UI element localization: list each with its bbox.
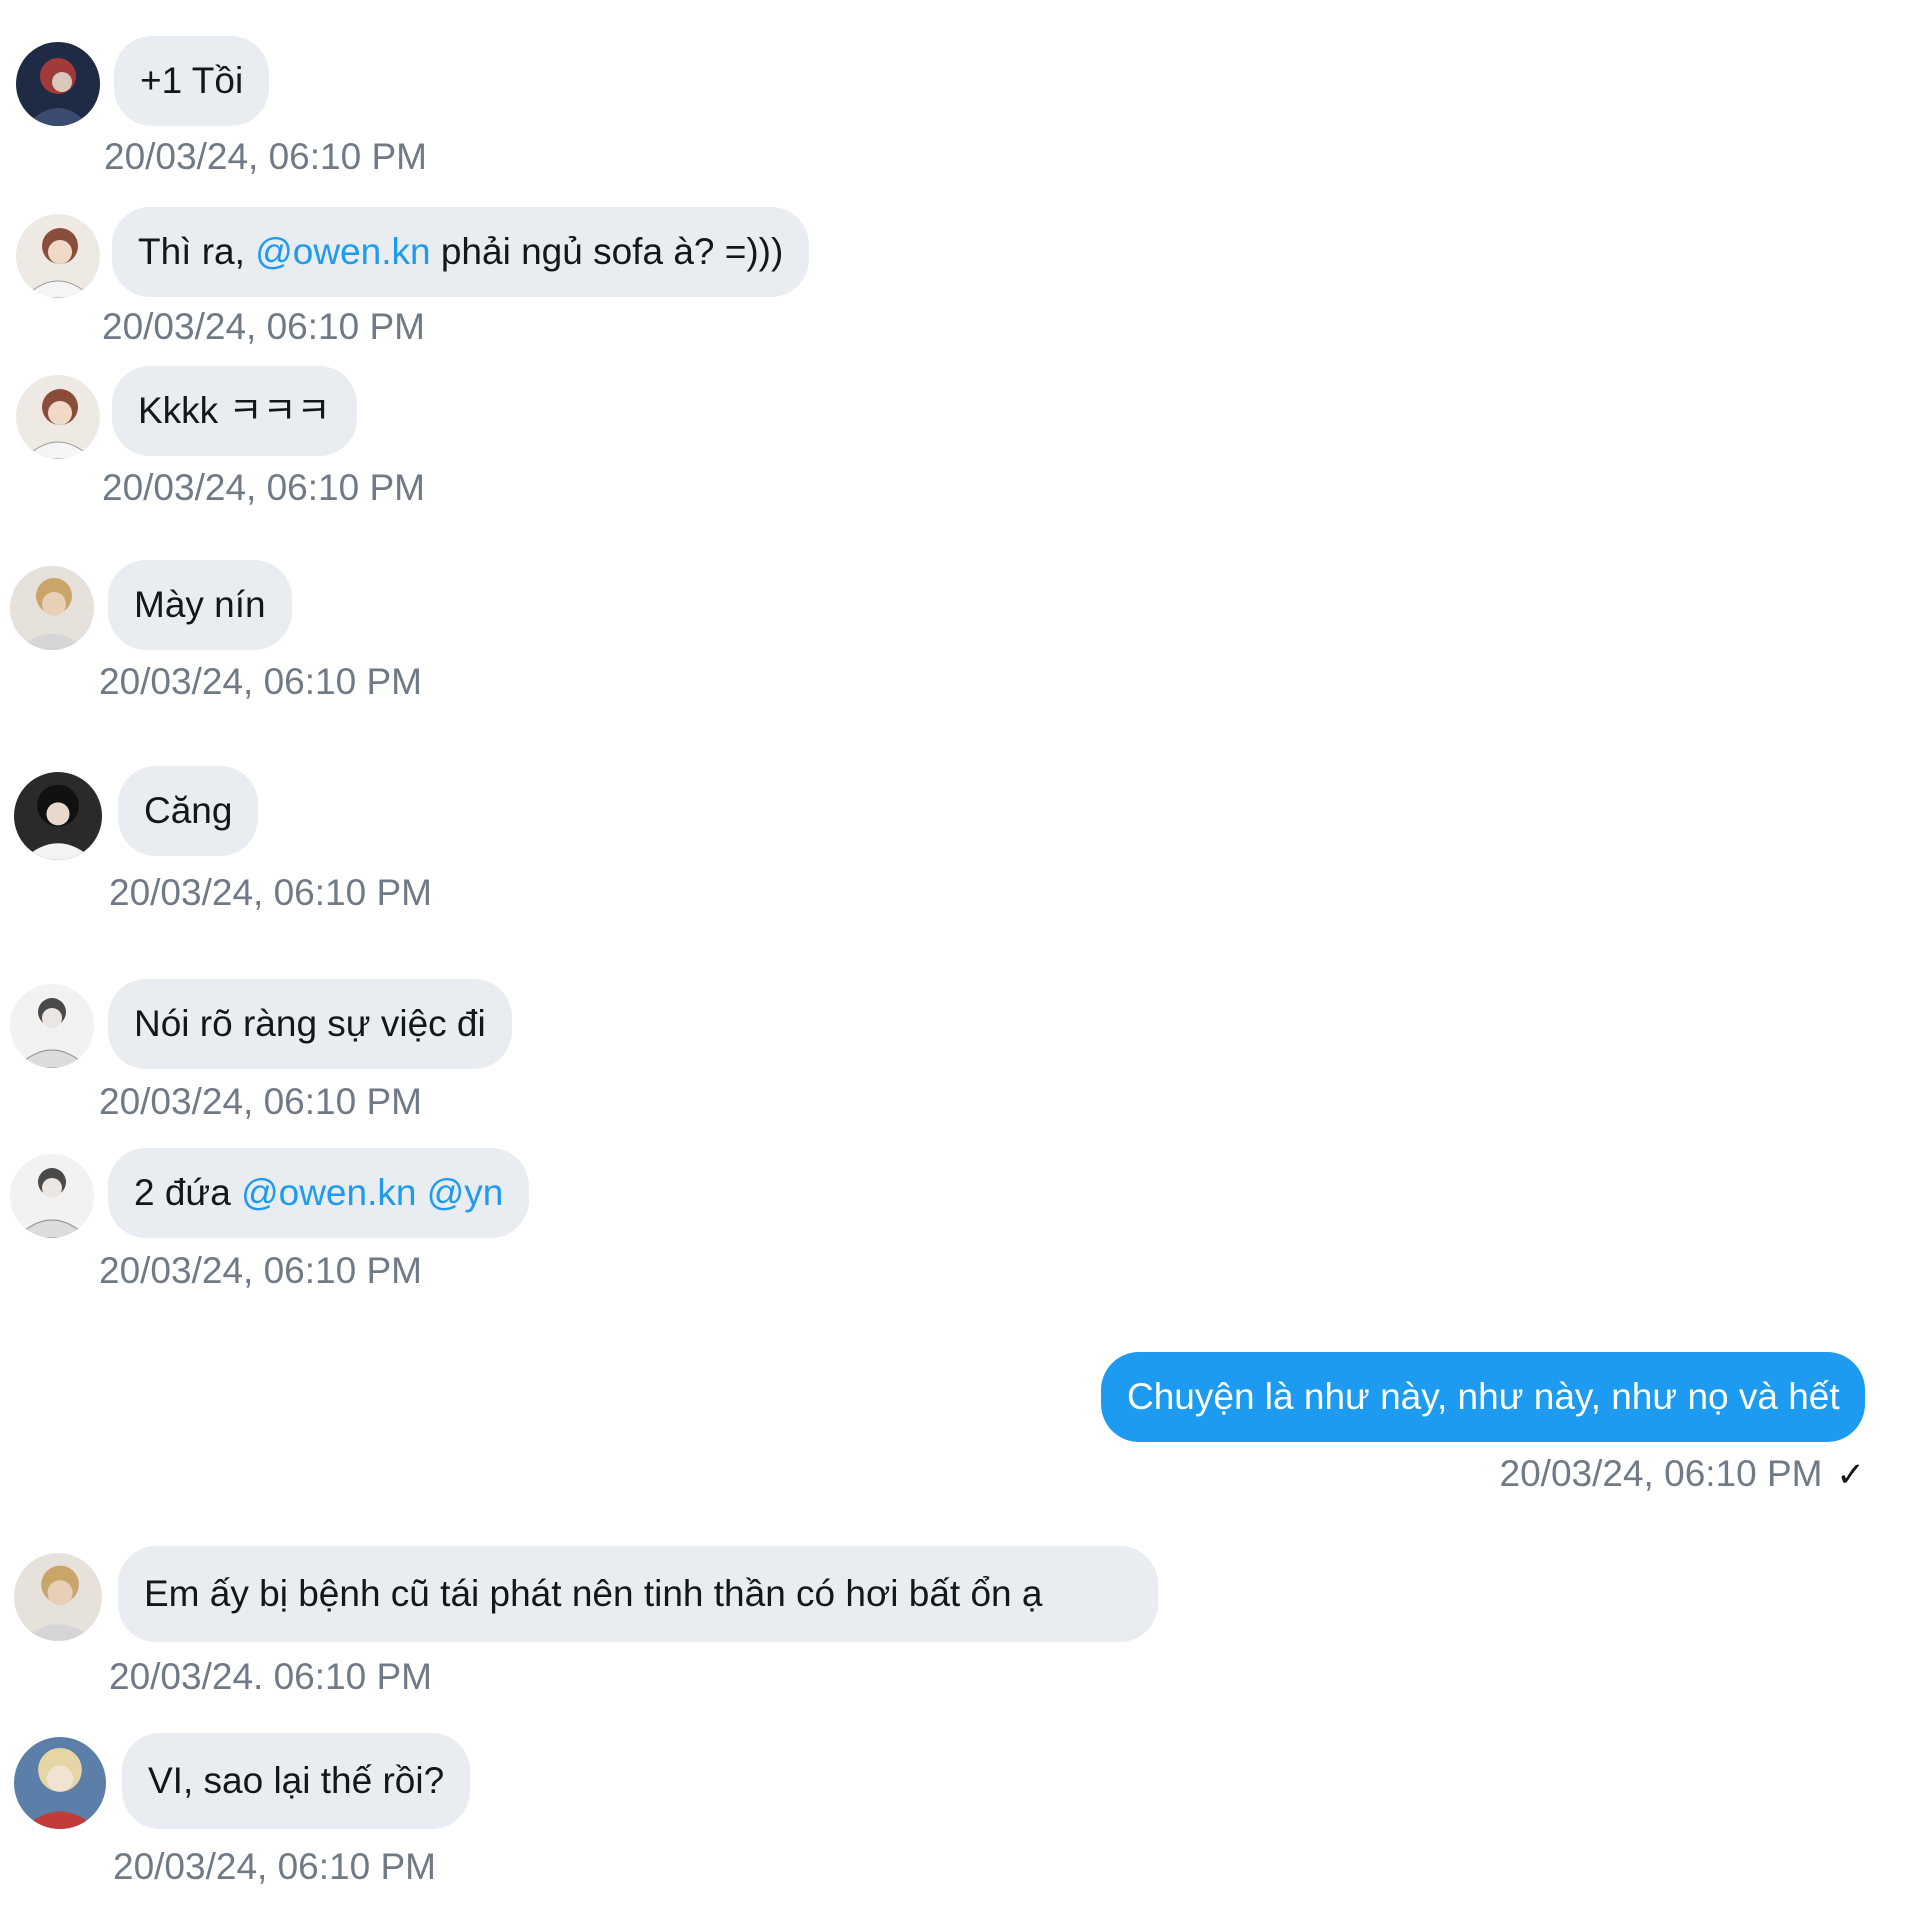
message-text: +1 Tồi — [140, 60, 244, 101]
timestamp-text: 20/03/24, 06:10 PM — [1499, 1453, 1823, 1494]
message-timestamp: 20/03/24, 06:10 PM — [113, 1846, 436, 1887]
message-bubble[interactable]: Mày nín — [108, 560, 292, 650]
avatar-blond-hand[interactable] — [14, 1553, 102, 1641]
avatar-blonde-woman[interactable] — [14, 1737, 106, 1829]
message-bubble[interactable]: Căng — [118, 766, 259, 856]
message-text: Thì ra, — [138, 231, 256, 272]
mention-links[interactable]: @owen.kn @yn — [241, 1172, 503, 1213]
message-bubble[interactable]: VI, sao lại thế rồi? — [122, 1733, 471, 1829]
message-bubble[interactable]: Kkkk ㅋㅋㅋ — [112, 366, 357, 456]
sent-check-icon: ✓ — [1836, 1456, 1866, 1494]
message-bubble[interactable]: 2 đứa @owen.kn @yn — [108, 1148, 530, 1238]
message-text: Căng — [144, 790, 233, 831]
message-bubble[interactable]: Em ấy bị bệnh cũ tái phát nên tinh thần … — [118, 1546, 1158, 1642]
message-timestamp: 20/03/24, 06:10 PM — [109, 872, 432, 913]
message-timestamp: 20/03/24, 06:10 PM — [99, 1250, 422, 1291]
avatar-red-hair[interactable] — [16, 42, 100, 126]
avatar-sketch-man[interactable] — [10, 1154, 94, 1238]
message-timestamp: 20/03/24, 06:10 PM — [102, 306, 425, 347]
message-text: Mày nín — [134, 584, 266, 625]
avatar-brown-hair[interactable] — [16, 214, 100, 298]
message-timestamp: 20/03/24, 06:10 PM — [102, 467, 425, 508]
message-text: Chuyện là như này, như này, như nọ và hế… — [1127, 1376, 1840, 1417]
message-bubble[interactable]: +1 Tồi — [114, 36, 270, 126]
message-text: VI, sao lại thế rồi? — [148, 1760, 445, 1801]
message-bubble[interactable]: Thì ra, @owen.kn phải ngủ sofa à? =))) — [112, 207, 810, 297]
outgoing-message-bubble[interactable]: Chuyện là như này, như này, như nọ và hế… — [1101, 1352, 1865, 1442]
message-bubble[interactable]: Nói rõ ràng sự việc đi — [108, 979, 512, 1069]
message-text: phải ngủ sofa à? =))) — [430, 231, 784, 272]
message-timestamp: 20/03/24, 06:10 PM — [99, 661, 422, 702]
message-text: Em ấy bị bệnh cũ tái phát nên tinh thần … — [144, 1573, 1043, 1614]
avatar-blond-hand[interactable] — [10, 566, 94, 650]
message-timestamp: 20/03/24, 06:10 PM ✓ — [1450, 1453, 1865, 1495]
message-timestamp: 20/03/24. 06:10 PM — [109, 1656, 432, 1697]
avatar-sketch-man[interactable] — [10, 984, 94, 1068]
message-text: Nói rõ ràng sự việc đi — [134, 1003, 486, 1044]
message-text: 2 đứa — [134, 1172, 242, 1213]
message-text: Kkkk ㅋㅋㅋ — [138, 390, 331, 431]
avatar-brown-hair[interactable] — [16, 375, 100, 459]
avatar-dark-hair[interactable] — [14, 772, 102, 860]
message-timestamp: 20/03/24, 06:10 PM — [99, 1081, 422, 1122]
message-timestamp: 20/03/24, 06:10 PM — [104, 136, 427, 177]
mention-link[interactable]: @owen.kn — [255, 231, 430, 272]
